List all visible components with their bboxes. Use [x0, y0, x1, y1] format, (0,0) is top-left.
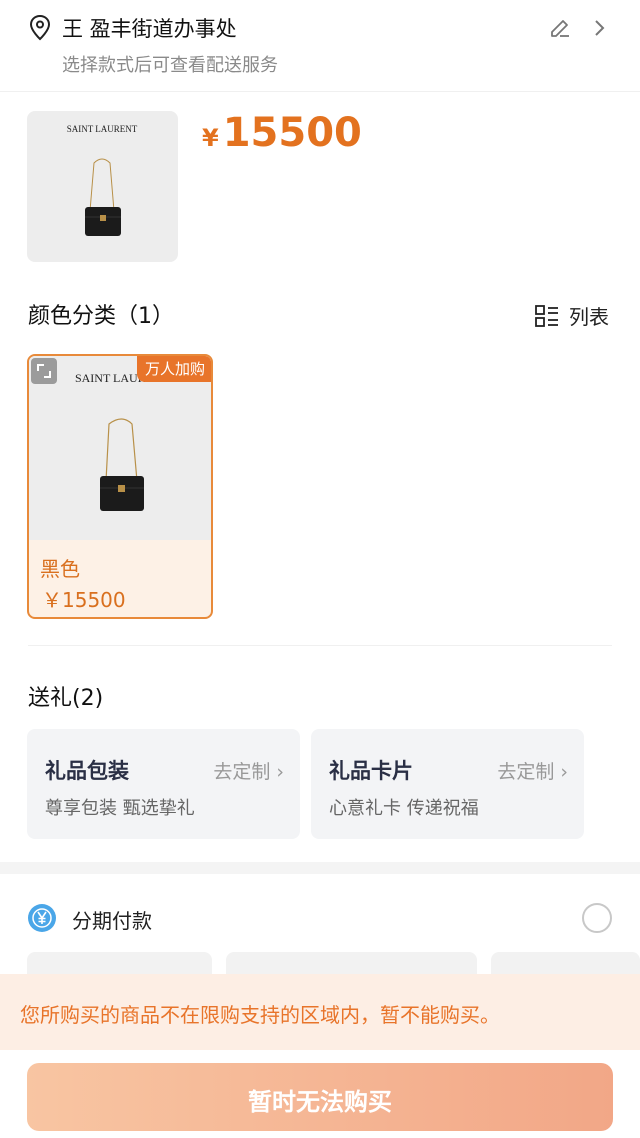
- gift-section-title: 送礼(2): [28, 686, 104, 711]
- price-value: 15500: [222, 110, 362, 156]
- gift-wrap-title: 礼品包装: [45, 759, 129, 783]
- location-pin-icon: [29, 14, 51, 41]
- purchase-warning-text: 您所购买的商品不在限购支持的区域内，暂不能购买。: [20, 1003, 500, 1027]
- address-name: 王 盈丰街道办事处: [62, 17, 237, 41]
- edit-pencil-icon[interactable]: [548, 16, 572, 40]
- installment-label: 分期付款: [72, 909, 152, 933]
- color-option-card[interactable]: SAINT LAURENT 万人加购 黑色 ￥15500: [27, 354, 213, 619]
- list-view-toggle[interactable]: 列表: [535, 301, 609, 330]
- gift-wrap-option[interactable]: 礼品包装 去定制 › 尊享包装 甄选挚礼: [27, 729, 300, 839]
- buy-button-label: 暂时无法购买: [248, 1088, 392, 1116]
- bag-image: SAINT LAURENT: [67, 124, 138, 236]
- popular-tag: 万人加购: [136, 356, 211, 382]
- list-view-label: 列表: [569, 305, 609, 329]
- gift-card-action-label: 去定制: [497, 761, 555, 783]
- gift-card-title: 礼品卡片: [329, 759, 413, 783]
- gift-card-desc: 心意礼卡 传递祝福: [329, 798, 479, 819]
- color-option-price: ￥15500: [42, 588, 126, 612]
- color-option-name: 黑色: [40, 557, 80, 581]
- radio-icon[interactable]: [582, 903, 612, 933]
- installment-yen-icon: [28, 904, 56, 932]
- product-thumbnail[interactable]: SAINT LAURENT: [27, 111, 178, 262]
- section-separator: [0, 862, 640, 874]
- buy-button[interactable]: 暂时无法购买: [27, 1063, 613, 1131]
- chevron-right-icon[interactable]: [590, 16, 610, 40]
- color-section-title: 颜色分类（1）: [28, 304, 174, 329]
- gift-wrap-action[interactable]: 去定制 ›: [213, 757, 284, 784]
- list-view-icon: [535, 304, 558, 327]
- divider: [28, 645, 612, 646]
- currency-symbol: ¥: [202, 124, 219, 152]
- gift-card-action[interactable]: 去定制 ›: [497, 757, 568, 784]
- brand-logo: SAINT LAURENT: [67, 124, 138, 134]
- address-bar[interactable]: 王 盈丰街道办事处 选择款式后可查看配送服务: [0, 0, 640, 92]
- purchase-warning-bar: 您所购买的商品不在限购支持的区域内，暂不能购买。: [0, 974, 640, 1050]
- address-subtitle: 选择款式后可查看配送服务: [62, 55, 278, 76]
- gift-wrap-desc: 尊享包装 甄选挚礼: [45, 798, 195, 819]
- product-price: ¥15500: [202, 110, 362, 156]
- gift-card-option[interactable]: 礼品卡片 去定制 › 心意礼卡 传递祝福: [311, 729, 584, 839]
- gift-wrap-action-label: 去定制: [213, 761, 271, 783]
- expand-icon[interactable]: [31, 358, 57, 384]
